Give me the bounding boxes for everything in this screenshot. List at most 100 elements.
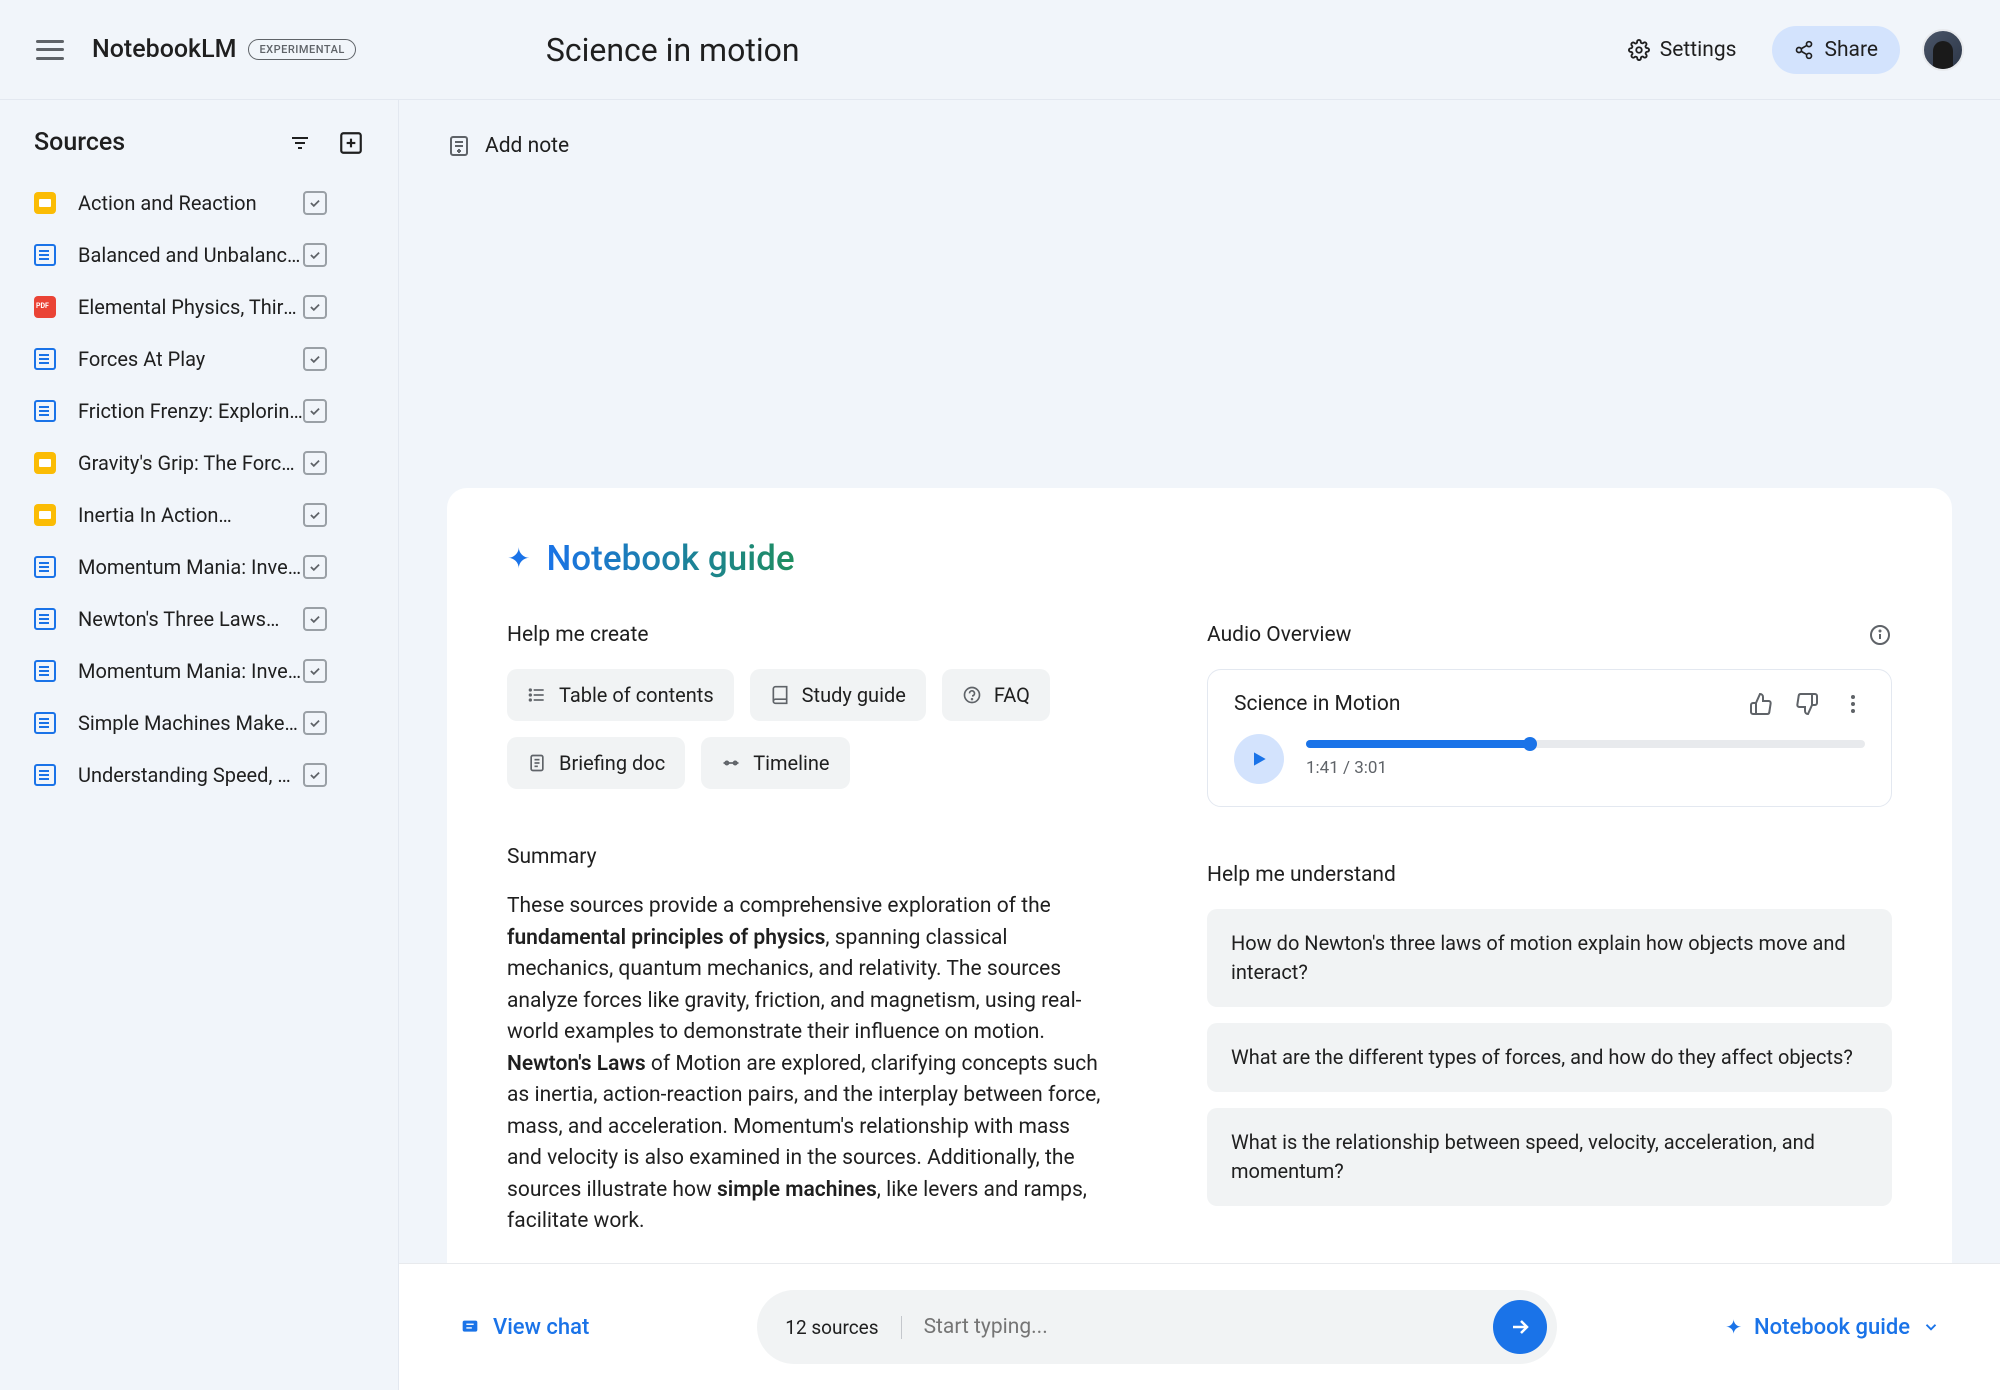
chip-label: Study guide: [802, 683, 906, 707]
thumbs-up-icon: [1749, 692, 1773, 716]
play-button[interactable]: [1234, 734, 1284, 784]
guide-title: Notebook guide: [546, 538, 794, 579]
suggested-question[interactable]: What is the relationship between speed, …: [1207, 1108, 1892, 1206]
check-icon: [308, 664, 322, 678]
check-icon: [308, 456, 322, 470]
source-item[interactable]: Newton's Three Laws…: [24, 593, 374, 645]
plus-box-icon: [338, 130, 364, 156]
check-icon: [308, 716, 322, 730]
chat-input-container: 12 sources: [757, 1290, 1557, 1364]
check-icon: [308, 560, 322, 574]
source-label: Newton's Three Laws…: [78, 607, 303, 631]
source-label: Momentum Mania: Inves…: [78, 659, 303, 683]
check-icon: [308, 768, 322, 782]
source-item[interactable]: Simple Machines Make…: [24, 697, 374, 749]
experimental-badge: EXPERIMENTAL: [248, 39, 355, 60]
notebook-guide-card: ✦ Notebook guide Help me create Table of…: [447, 488, 1952, 1390]
summary-b: simple machines: [717, 1178, 877, 1202]
source-checkbox[interactable]: [303, 607, 327, 631]
source-doc-icon: [34, 244, 56, 266]
source-checkbox[interactable]: [303, 399, 327, 423]
notebook-guide-button[interactable]: ✦ Notebook guide: [1725, 1315, 1940, 1340]
source-checkbox[interactable]: [303, 503, 327, 527]
source-checkbox[interactable]: [303, 659, 327, 683]
suggested-question[interactable]: What are the different types of forces, …: [1207, 1023, 1892, 1092]
book-icon: [770, 685, 790, 705]
view-chat-button[interactable]: View chat: [459, 1315, 589, 1340]
chat-input[interactable]: [902, 1305, 1494, 1349]
check-icon: [308, 300, 322, 314]
user-avatar[interactable]: [1922, 29, 1964, 71]
source-item[interactable]: Elemental Physics, Third…: [24, 281, 374, 333]
source-doc-icon: [34, 400, 56, 422]
chip-label: FAQ: [994, 683, 1030, 707]
thumbs-down-button[interactable]: [1795, 692, 1819, 716]
suggested-question[interactable]: How do Newton's three laws of motion exp…: [1207, 909, 1892, 1007]
source-item[interactable]: Momentum Mania: Inves…: [24, 645, 374, 697]
source-item[interactable]: Action and Reaction: [24, 177, 374, 229]
guide-label: Notebook guide: [1754, 1315, 1910, 1340]
thumbs-up-button[interactable]: [1749, 692, 1773, 716]
source-checkbox[interactable]: [303, 243, 327, 267]
source-item[interactable]: Forces At Play: [24, 333, 374, 385]
app-logo: NotebookLM: [92, 35, 236, 64]
send-button[interactable]: [1493, 1300, 1547, 1354]
source-item[interactable]: Momentum Mania: Inves…: [24, 541, 374, 593]
menu-icon[interactable]: [36, 40, 64, 60]
source-checkbox[interactable]: [303, 451, 327, 475]
more-vert-icon: [1841, 692, 1865, 716]
source-label: Inertia In Action…: [78, 503, 303, 527]
spark-icon: ✦: [1725, 1315, 1742, 1339]
sources-count[interactable]: 12 sources: [785, 1316, 901, 1339]
sources-sidebar: Sources Action and Reaction Balanced and…: [0, 100, 399, 1390]
chip-study-guide[interactable]: Study guide: [750, 669, 926, 721]
source-checkbox[interactable]: [303, 763, 327, 787]
share-label: Share: [1824, 38, 1878, 62]
chip-faq[interactable]: FAQ: [942, 669, 1050, 721]
audio-more-button[interactable]: [1841, 692, 1865, 716]
settings-button[interactable]: Settings: [1606, 26, 1759, 74]
source-doc-icon: [34, 608, 56, 630]
list-icon: [527, 685, 547, 705]
source-item[interactable]: Inertia In Action…: [24, 489, 374, 541]
audio-player-card: Science in Motion: [1207, 669, 1892, 807]
chip-toc[interactable]: Table of contents: [507, 669, 734, 721]
source-label: Simple Machines Make…: [78, 711, 303, 735]
filter-icon: [288, 131, 312, 155]
help-understand-label: Help me understand: [1207, 863, 1892, 887]
filter-button[interactable]: [288, 130, 312, 156]
source-checkbox[interactable]: [303, 711, 327, 735]
source-item[interactable]: Friction Frenzy: Explorin…: [24, 385, 374, 437]
check-icon: [308, 612, 322, 626]
source-doc-icon: [34, 348, 56, 370]
source-item[interactable]: Gravity's Grip: The Force…: [24, 437, 374, 489]
chat-icon: [459, 1316, 481, 1338]
notebook-title[interactable]: Science in motion: [546, 31, 800, 69]
chip-briefing[interactable]: Briefing doc: [507, 737, 685, 789]
share-button[interactable]: Share: [1772, 26, 1900, 74]
audio-progress-bar[interactable]: [1306, 740, 1865, 748]
source-checkbox[interactable]: [303, 295, 327, 319]
source-item[interactable]: Balanced and Unbalance…: [24, 229, 374, 281]
source-item[interactable]: Understanding Speed, Ve…: [24, 749, 374, 801]
source-pdf-icon: [34, 296, 56, 318]
source-label: Action and Reaction: [78, 191, 303, 215]
arrow-right-icon: [1508, 1315, 1532, 1339]
add-note-label: Add note: [485, 134, 569, 158]
add-note-button[interactable]: Add note: [399, 100, 2000, 158]
add-source-button[interactable]: [338, 130, 364, 156]
chip-timeline[interactable]: Timeline: [701, 737, 849, 789]
audio-time: 1:41 / 3:01: [1306, 758, 1865, 778]
doc-icon: [527, 753, 547, 773]
audio-info-button[interactable]: [1868, 623, 1892, 647]
source-label: Friction Frenzy: Explorin…: [78, 399, 303, 423]
summary-b: fundamental principles of physics: [507, 926, 825, 950]
help-create-label: Help me create: [507, 623, 1107, 647]
main-content: Add note ✦ Notebook guide Help me create…: [399, 100, 2000, 1390]
source-checkbox[interactable]: [303, 191, 327, 215]
source-checkbox[interactable]: [303, 347, 327, 371]
source-doc-icon: [34, 712, 56, 734]
check-icon: [308, 404, 322, 418]
help-icon: [962, 685, 982, 705]
source-checkbox[interactable]: [303, 555, 327, 579]
